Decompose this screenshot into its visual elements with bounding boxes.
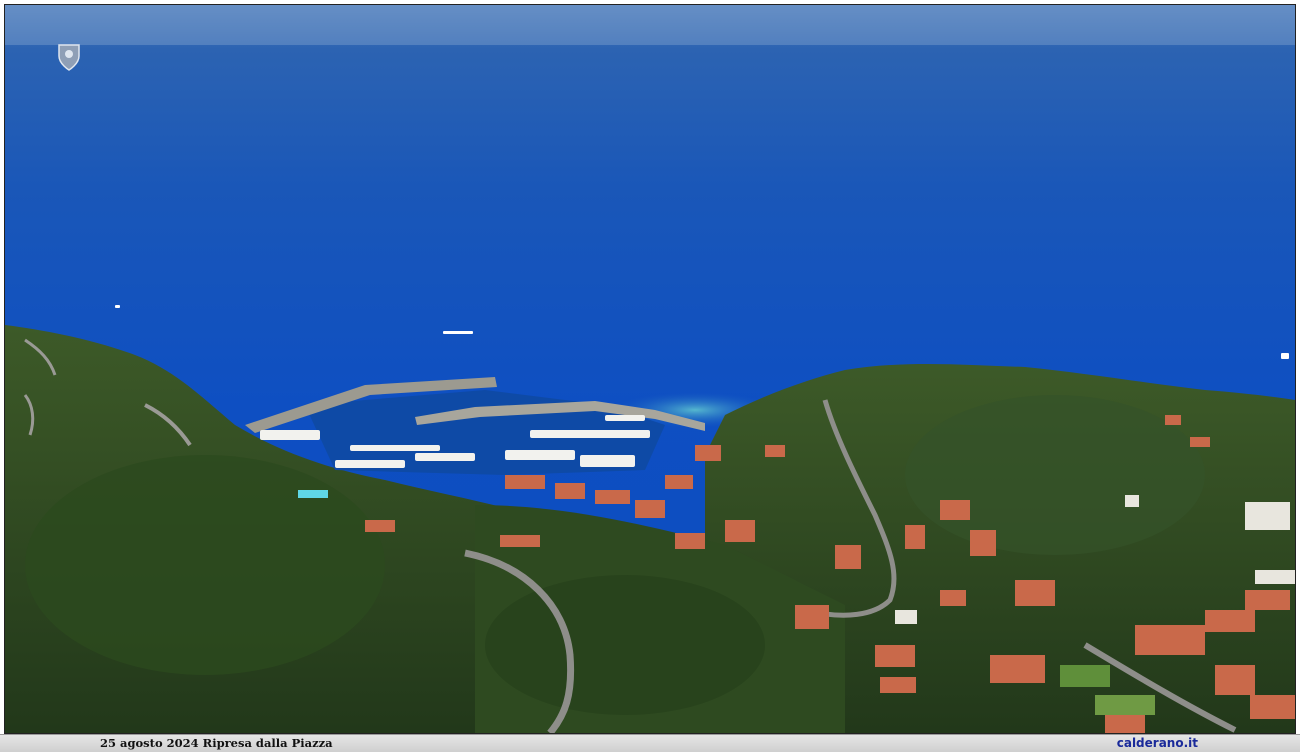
caption-bar: 25 agosto 2024 Ripresa dalla Piazza cald…	[0, 734, 1300, 752]
image-frame: 25 agosto 2024 Ripresa dalla Piazza cald…	[0, 0, 1300, 752]
photo-caption: 25 agosto 2024 Ripresa dalla Piazza	[100, 736, 333, 750]
site-credit: calderano.it	[1116, 736, 1198, 750]
crest-emblem-icon	[58, 44, 80, 71]
aerial-photo	[4, 4, 1296, 734]
swimming-pool	[298, 490, 328, 498]
